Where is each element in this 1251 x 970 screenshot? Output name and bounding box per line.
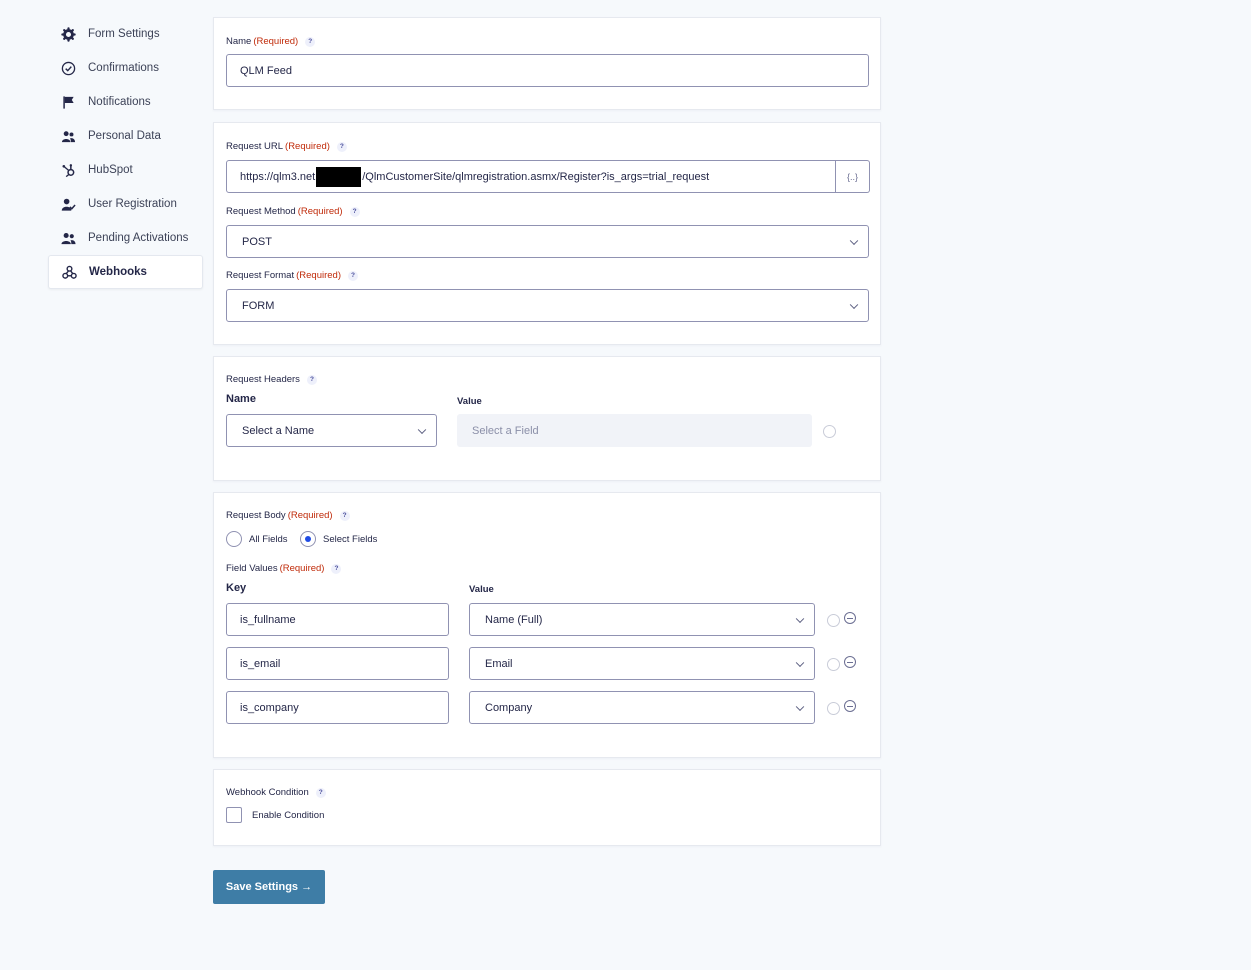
users-icon xyxy=(61,129,76,144)
help-icon[interactable]: ? xyxy=(339,511,350,521)
sidebar-item-form-settings[interactable]: Form Settings xyxy=(48,17,203,51)
field-key-input[interactable]: is_company xyxy=(226,691,449,724)
check-circle-icon xyxy=(61,61,76,76)
remove-field-button[interactable] xyxy=(844,612,856,624)
sidebar-item-personal-data[interactable]: Personal Data xyxy=(48,119,203,153)
all-fields-label[interactable]: All Fields xyxy=(249,534,288,545)
enable-condition-label[interactable]: Enable Condition xyxy=(252,810,324,821)
field-values-label: Field Values (Required)? xyxy=(226,563,342,574)
sidebar-item-label: HubSpot xyxy=(88,164,133,176)
required-indicator: (Required) xyxy=(297,206,343,217)
header-value-column: Value xyxy=(457,396,482,407)
request-url-label: Request URL (Required)? xyxy=(226,141,347,152)
sidebar-item-notifications[interactable]: Notifications xyxy=(48,85,203,119)
name-input[interactable]: QLM Feed xyxy=(226,54,869,87)
user-check-icon xyxy=(61,197,76,212)
name-label: Name (Required)? xyxy=(226,36,316,47)
sidebar-item-label: Pending Activations xyxy=(88,232,189,244)
request-method-select[interactable]: POST xyxy=(226,225,869,258)
help-icon[interactable]: ? xyxy=(348,271,359,281)
required-indicator: (Required) xyxy=(287,510,333,521)
add-field-button[interactable] xyxy=(827,658,840,671)
select-fields-label[interactable]: Select Fields xyxy=(323,534,377,545)
sidebar-item-confirmations[interactable]: Confirmations xyxy=(48,51,203,85)
required-indicator: (Required) xyxy=(253,36,299,47)
merge-tag-button[interactable]: {..} xyxy=(836,160,870,193)
add-field-button[interactable] xyxy=(827,702,840,715)
sidebar-item-user-registration[interactable]: User Registration xyxy=(48,187,203,221)
help-icon[interactable]: ? xyxy=(315,788,326,798)
field-value-select[interactable]: Company xyxy=(469,691,815,724)
required-indicator: (Required) xyxy=(285,141,330,152)
sidebar-item-label: Webhooks xyxy=(89,266,147,278)
sidebar-item-label: Personal Data xyxy=(88,130,161,142)
flag-icon xyxy=(61,95,76,110)
chevron-down-icon xyxy=(795,614,805,623)
help-icon[interactable]: ? xyxy=(349,207,360,217)
chevron-down-icon xyxy=(849,300,859,309)
request-method-label: Request Method (Required)? xyxy=(226,206,360,217)
help-icon[interactable]: ? xyxy=(306,375,317,385)
help-icon[interactable]: ? xyxy=(331,564,342,574)
hubspot-icon xyxy=(61,163,76,178)
chevron-down-icon xyxy=(417,425,427,434)
sidebar-item-label: Confirmations xyxy=(88,62,159,74)
remove-field-button[interactable] xyxy=(844,656,856,668)
sidebar-item-webhooks[interactable]: Webhooks xyxy=(48,255,203,289)
enable-condition-checkbox[interactable] xyxy=(226,807,242,823)
header-name-select[interactable]: Select a Name xyxy=(226,414,437,447)
redacted-block xyxy=(316,166,362,187)
webhook-condition-panel: Webhook Condition? Enable Condition xyxy=(213,769,881,846)
chevron-down-icon xyxy=(795,702,805,711)
sidebar-item-pending-activations[interactable]: Pending Activations xyxy=(48,221,203,255)
save-settings-button[interactable]: Save Settings → xyxy=(213,870,325,904)
required-indicator: (Required) xyxy=(279,563,325,574)
request-format-select[interactable]: FORM xyxy=(226,289,869,322)
sidebar-item-label: Notifications xyxy=(88,96,151,108)
select-fields-radio[interactable] xyxy=(300,531,316,547)
sidebar-item-label: User Registration xyxy=(88,198,177,210)
settings-sidebar: Form Settings Confirmations Notification… xyxy=(48,17,203,289)
request-panel: Request URL (Required)? https://qlm3.net /… xyxy=(213,122,881,345)
sidebar-item-label: Form Settings xyxy=(88,28,160,40)
field-value-select[interactable]: Email xyxy=(469,647,815,680)
request-body-label: Request Body (Required)? xyxy=(226,510,350,521)
required-indicator: (Required) xyxy=(296,270,342,281)
field-key-input[interactable]: is_fullname xyxy=(226,603,449,636)
all-fields-radio[interactable] xyxy=(226,531,242,547)
request-format-label: Request Format (Required)? xyxy=(226,270,359,281)
value-column: Value xyxy=(469,584,494,595)
name-panel: Name (Required)? QLM Feed xyxy=(213,17,881,110)
gear-icon xyxy=(61,26,76,42)
add-header-button[interactable] xyxy=(823,425,836,438)
user-clock-icon xyxy=(61,231,76,246)
sidebar-item-hubspot[interactable]: HubSpot xyxy=(48,153,203,187)
header-value-select[interactable]: Select a Field xyxy=(457,414,812,447)
webhook-icon xyxy=(62,265,77,280)
request-body-panel: Request Body (Required)? All Fields Selec… xyxy=(213,492,881,758)
chevron-down-icon xyxy=(795,658,805,667)
request-headers-panel: Request Headers? Name Value Select a Nam… xyxy=(213,356,881,481)
request-headers-label: Request Headers? xyxy=(226,374,317,385)
key-column: Key xyxy=(226,582,247,594)
header-name-column: Name xyxy=(226,393,256,405)
field-value-select[interactable]: Name (Full) xyxy=(469,603,815,636)
webhook-condition-label: Webhook Condition? xyxy=(226,787,326,798)
field-key-input[interactable]: is_email xyxy=(226,647,449,680)
help-icon[interactable]: ? xyxy=(305,37,316,47)
request-url-input[interactable]: https://qlm3.net/QlmCustomerSite/qlmregi… xyxy=(226,160,836,193)
chevron-down-icon xyxy=(849,236,859,245)
remove-field-button[interactable] xyxy=(844,700,856,712)
help-icon[interactable]: ? xyxy=(336,142,347,152)
add-field-button[interactable] xyxy=(827,614,840,627)
